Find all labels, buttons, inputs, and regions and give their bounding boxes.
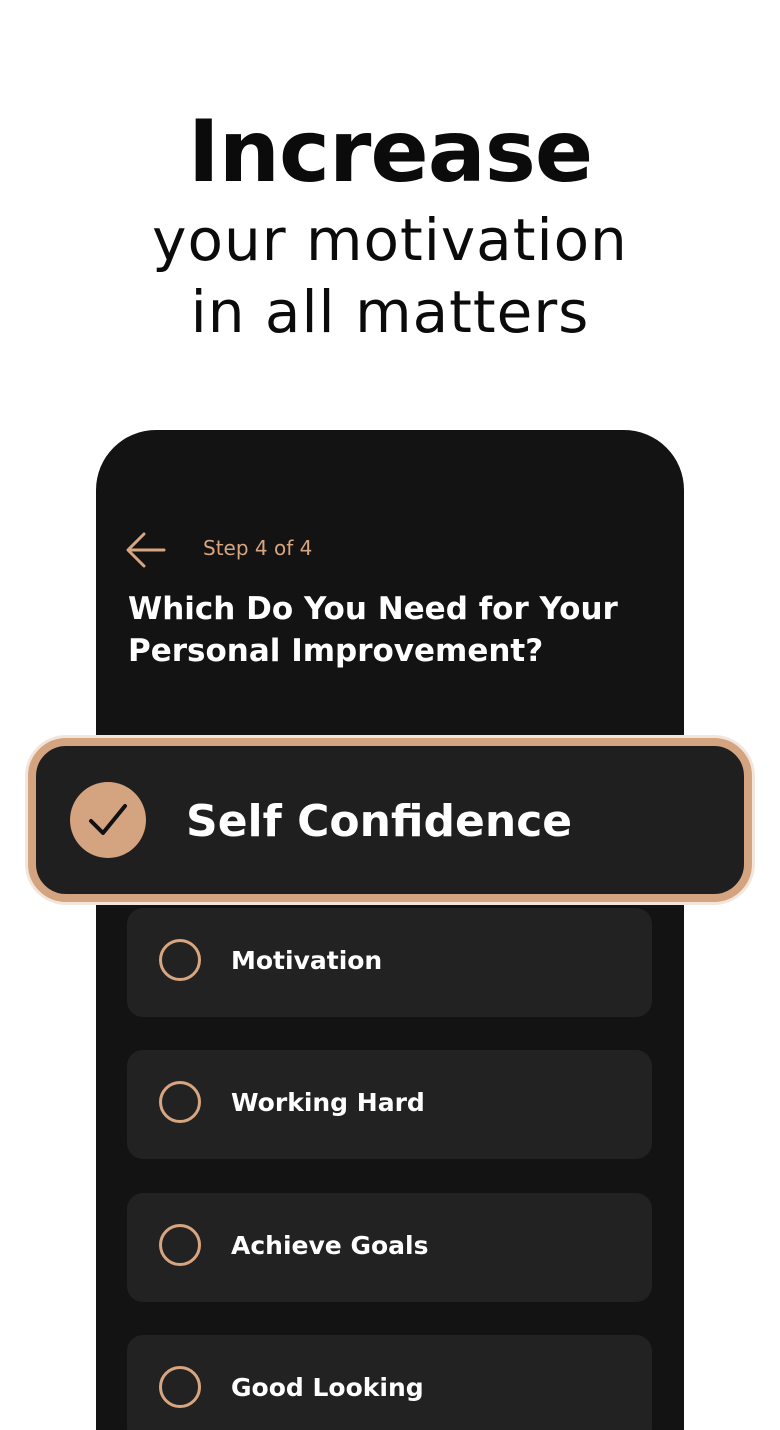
selected-option-self-confidence[interactable]: Self Confidence <box>28 738 752 902</box>
promo-title: Increase <box>187 102 594 202</box>
promo-subtitle-line-2: in all matters <box>190 278 590 346</box>
option-label: Achieve Goals <box>231 1231 429 1260</box>
option-motivation[interactable]: Motivation <box>127 908 652 1017</box>
question-title: Which Do You Need for Your Personal Impr… <box>128 591 618 669</box>
option-good-looking[interactable]: Good Looking <box>127 1335 652 1430</box>
checkmark-icon[interactable] <box>70 782 146 858</box>
option-label: Motivation <box>231 946 383 975</box>
option-label: Working Hard <box>231 1088 425 1117</box>
step-indicator: Step 4 of 4 <box>203 536 313 560</box>
radio-empty-icon[interactable] <box>159 1366 201 1408</box>
radio-empty-icon[interactable] <box>159 939 201 981</box>
selected-option-label: Self Confidence <box>186 796 573 847</box>
back-arrow-icon[interactable] <box>124 528 168 572</box>
radio-empty-icon[interactable] <box>159 1224 201 1266</box>
option-working-hard[interactable]: Working Hard <box>127 1050 652 1159</box>
phone-screen: Step 4 of 4 Which Do You Need for Your P… <box>96 430 684 1430</box>
option-label: Good Looking <box>231 1373 424 1402</box>
radio-empty-icon[interactable] <box>159 1081 201 1123</box>
promo-subtitle-line-1: your motivation <box>152 206 628 274</box>
promo-headline: Increase your motivation in all matters <box>0 100 780 348</box>
option-achieve-goals[interactable]: Achieve Goals <box>127 1193 652 1302</box>
